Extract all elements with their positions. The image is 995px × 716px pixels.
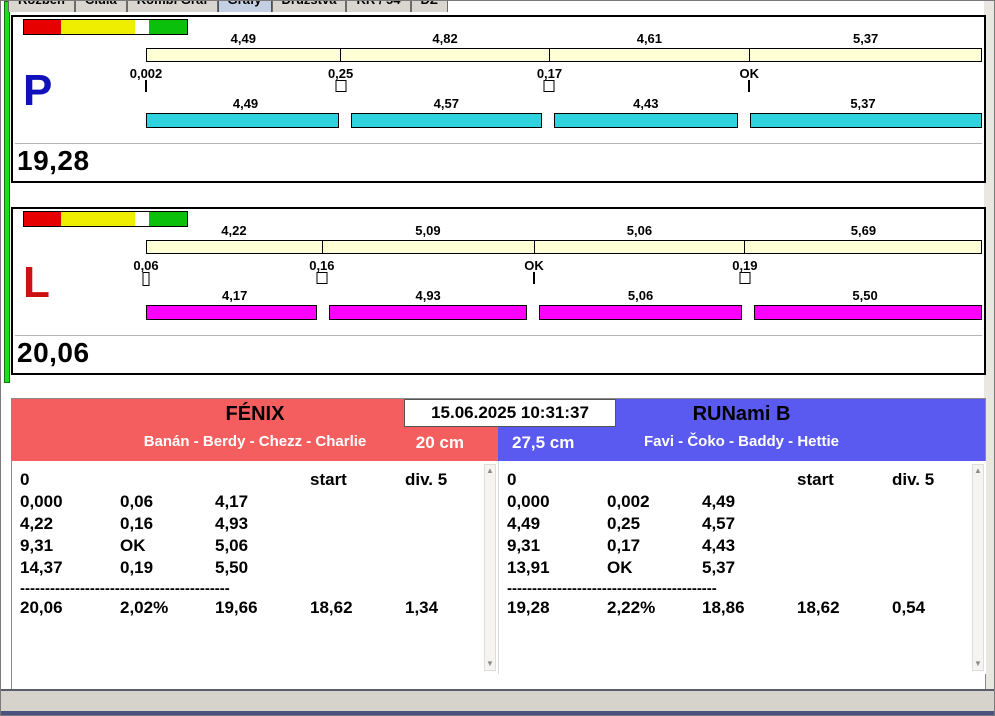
- light-red-icon: [24, 20, 61, 34]
- tab-grafy[interactable]: Grafy: [217, 1, 272, 12]
- summary-row: 19,28 2,22% 18,86 18,62 0,54: [507, 598, 926, 617]
- lane-letter: L: [23, 258, 50, 307]
- exchange-marker-icon: [335, 80, 347, 92]
- vertical-scrollbar[interactable]: ▲ ▼: [484, 464, 496, 671]
- divider-line: [15, 335, 982, 336]
- left-green-indicator: [4, 1, 10, 383]
- light-yellow-icon: [98, 20, 135, 34]
- split-bar: [754, 305, 983, 320]
- split-bar: [329, 305, 527, 320]
- exchange-labels: 0,002 0,25 0,17 OK: [129, 66, 760, 81]
- split-bar: [146, 113, 340, 128]
- jump-height: 20 cm: [415, 433, 464, 452]
- light-yellow-icon: [61, 20, 98, 34]
- tab-druzstva[interactable]: Družstva: [271, 1, 347, 12]
- lane-total-time: 19,28: [17, 145, 90, 176]
- table-row: 13,91 OK 5,37: [507, 558, 736, 577]
- tab-kombi-graf[interactable]: Kombi Graf: [126, 1, 218, 12]
- table-row: 0,000 0,002 4,49: [507, 492, 736, 511]
- team-left-results-table: 0 start div. 5 0,000 0,06 4,17 4,22 0,16…: [12, 461, 498, 674]
- table-row: 0,000 0,06 4,17: [20, 492, 249, 511]
- scale-bar: [146, 240, 982, 254]
- lower-split-values: 4,49 4,57 4,43 5,37: [232, 96, 876, 111]
- panel-lane-p: P 4,49 4,82 4,61 5,37 0,002 0,25 0,17 OK: [11, 15, 986, 183]
- scroll-down-icon[interactable]: ▼: [973, 658, 983, 670]
- split-bar: [553, 113, 738, 128]
- separator-row: ----------------------------------------…: [507, 580, 717, 597]
- table-header-row: 0 start div. 5: [20, 470, 448, 489]
- exchange-marker-icon: [748, 80, 751, 92]
- table-row: 4,49 0,25 4,57: [507, 514, 736, 533]
- exchange-labels: 0,06 0,16 OK 0,19: [133, 258, 758, 273]
- divider-line: [15, 143, 982, 144]
- table-row: 14,37 0,19 5,50: [20, 558, 249, 577]
- upper-split-values: 4,22 5,09 5,06 5,69: [221, 223, 877, 238]
- timestamp: 15.06.2025 10:31:37: [404, 399, 616, 427]
- scroll-up-icon[interactable]: ▲: [485, 465, 495, 477]
- table-row: 9,31 OK 5,06: [20, 536, 249, 555]
- split-bar: [146, 305, 318, 320]
- exchange-marker-icon: [543, 80, 555, 92]
- exchange-marker-icon: [316, 272, 328, 284]
- exchange-markers: [145, 80, 982, 93]
- scroll-down-icon[interactable]: ▼: [485, 658, 495, 670]
- splits-chart: 4,49 4,82 4,61 5,37 0,002 0,25 0,17 OK 4…: [129, 31, 982, 128]
- splits-chart: 4,22 5,09 5,06 5,69 0,06 0,16 OK 0,19 4,…: [133, 223, 983, 320]
- summary-row: 20,06 2,02% 19,66 18,62 1,34: [20, 598, 439, 617]
- exchange-marker-icon: [145, 80, 147, 92]
- light-red-icon: [24, 212, 61, 226]
- panel-lane-l: L 4,22 5,09 5,06 5,69 0,06 0,16 OK 0,19: [11, 207, 986, 375]
- app-window: RozbehCidlaKombi GrafGrafyDružstvaKR / 5…: [0, 0, 995, 716]
- light-yellow-icon: [61, 212, 98, 226]
- scroll-up-icon[interactable]: ▲: [973, 465, 983, 477]
- team-right-results-table: 0 start div. 5 0,000 0,002 4,49 4,49 0,2…: [498, 461, 986, 674]
- exchange-marker-icon: [533, 272, 535, 284]
- lower-split-values: 4,17 4,93 5,06 5,50: [222, 288, 878, 303]
- separator-row: ----------------------------------------…: [20, 580, 230, 597]
- vertical-scrollbar[interactable]: ▲ ▼: [972, 464, 984, 671]
- tab-rozbeh[interactable]: Rozbeh: [8, 1, 75, 12]
- lane-total-time: 20,06: [17, 337, 90, 368]
- tab-kr-54[interactable]: KR / 54: [346, 1, 411, 12]
- table-row: 9,31 0,17 4,43: [507, 536, 736, 555]
- results-section: FÉNIX Banán - Berdy - Chezz - Charlie 20…: [11, 398, 986, 690]
- exchange-markers: [142, 272, 982, 286]
- scale-bar: [146, 48, 982, 62]
- upper-split-values: 4,49 4,82 4,61 5,37: [230, 31, 879, 46]
- lane-letter: P: [23, 66, 53, 115]
- split-bars: [146, 113, 982, 128]
- team-members: Favi - Čoko - Baddy - Hettie: [643, 433, 840, 450]
- status-bar: [1, 689, 994, 715]
- split-bar: [538, 305, 743, 320]
- tab-cidla[interactable]: Cidla: [74, 1, 127, 12]
- split-bar: [351, 113, 542, 128]
- exchange-marker-icon: [142, 272, 150, 286]
- tab-bar: RozbehCidlaKombi GrafGrafyDružstvaKR / 5…: [8, 1, 448, 12]
- exchange-marker-icon: [739, 272, 751, 284]
- split-bar: [749, 113, 982, 128]
- table-row: 4,22 0,16 4,93: [20, 514, 249, 533]
- light-yellow-icon: [98, 212, 135, 226]
- split-bars: [146, 305, 983, 320]
- tab-dz[interactable]: DZ: [410, 1, 448, 12]
- table-header-row: 0 start div. 5: [507, 470, 935, 489]
